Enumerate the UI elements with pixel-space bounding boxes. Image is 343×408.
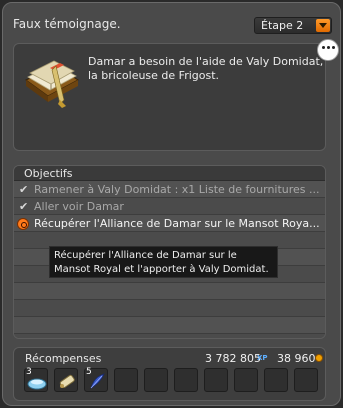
reward-slot[interactable]: 5 (84, 367, 108, 392)
checkmark-icon: ✔ (19, 183, 29, 196)
reward-slot-empty[interactable] (294, 368, 318, 392)
rewards-section: Récompenses 3 782 805 XP 38 960 3 5 (13, 347, 326, 401)
objective-item[interactable]: ✔ Ramener à Valy Domidat : x1 Liste de f… (14, 181, 325, 198)
objective-empty-row (14, 334, 325, 338)
objective-label: Récupérer l'Alliance de Damar sur le Man… (34, 217, 320, 230)
step-dropdown[interactable]: Étape 2 (254, 17, 332, 34)
objective-tooltip: Récupérer l'Alliance de Damar sur le Man… (49, 246, 278, 278)
reward-slot[interactable]: 3 (24, 367, 48, 392)
objective-item[interactable]: Récupérer l'Alliance de Damar sur le Man… (14, 215, 325, 232)
kamas-icon (315, 354, 323, 362)
xp-reward-value: 3 782 805 (205, 352, 261, 365)
quest-header: Faux témoignage. Étape 2 (11, 13, 332, 37)
target-icon (17, 218, 29, 230)
quest-panel: Faux témoignage. Étape 2 Damar a besoin … (2, 2, 341, 406)
step-dropdown-value: Étape 2 (261, 19, 304, 32)
objective-label: Aller voir Damar (34, 200, 124, 213)
checkmark-icon: ✔ (19, 200, 29, 213)
rewards-label: Récompenses (25, 352, 102, 365)
objective-empty-row (14, 300, 325, 317)
reward-slot-empty[interactable] (264, 368, 288, 392)
reward-slot-empty[interactable] (234, 368, 258, 392)
objective-item[interactable]: ✔ Aller voir Damar (14, 198, 325, 215)
objective-empty-row (14, 317, 325, 334)
reward-slot-empty[interactable] (144, 368, 168, 392)
quest-description: Damar a besoin de l'aide de Valy Domidat… (13, 39, 339, 151)
objective-label: Ramener à Valy Domidat : x1 Liste de fou… (34, 183, 320, 196)
quest-title: Faux témoignage. (13, 17, 121, 31)
reward-slot[interactable] (54, 368, 78, 392)
reward-quantity: 5 (86, 367, 92, 377)
book-icon (25, 60, 79, 108)
xp-icon: XP (257, 354, 268, 362)
scroll-icon (59, 374, 75, 389)
reward-quantity: 3 (26, 367, 32, 377)
reward-slot-empty[interactable] (174, 368, 198, 392)
kamas-reward-value: 38 960 (277, 352, 316, 365)
quest-description-text: Damar a besoin de l'aide de Valy Domidat… (88, 55, 324, 82)
chat-bubble-icon[interactable] (317, 39, 339, 61)
reward-slot-empty[interactable] (204, 368, 228, 392)
objectives-heading: Objectifs (14, 166, 325, 181)
objective-empty-row (14, 283, 325, 300)
reward-slot-empty[interactable] (114, 368, 138, 392)
chevron-down-icon[interactable] (316, 19, 330, 32)
